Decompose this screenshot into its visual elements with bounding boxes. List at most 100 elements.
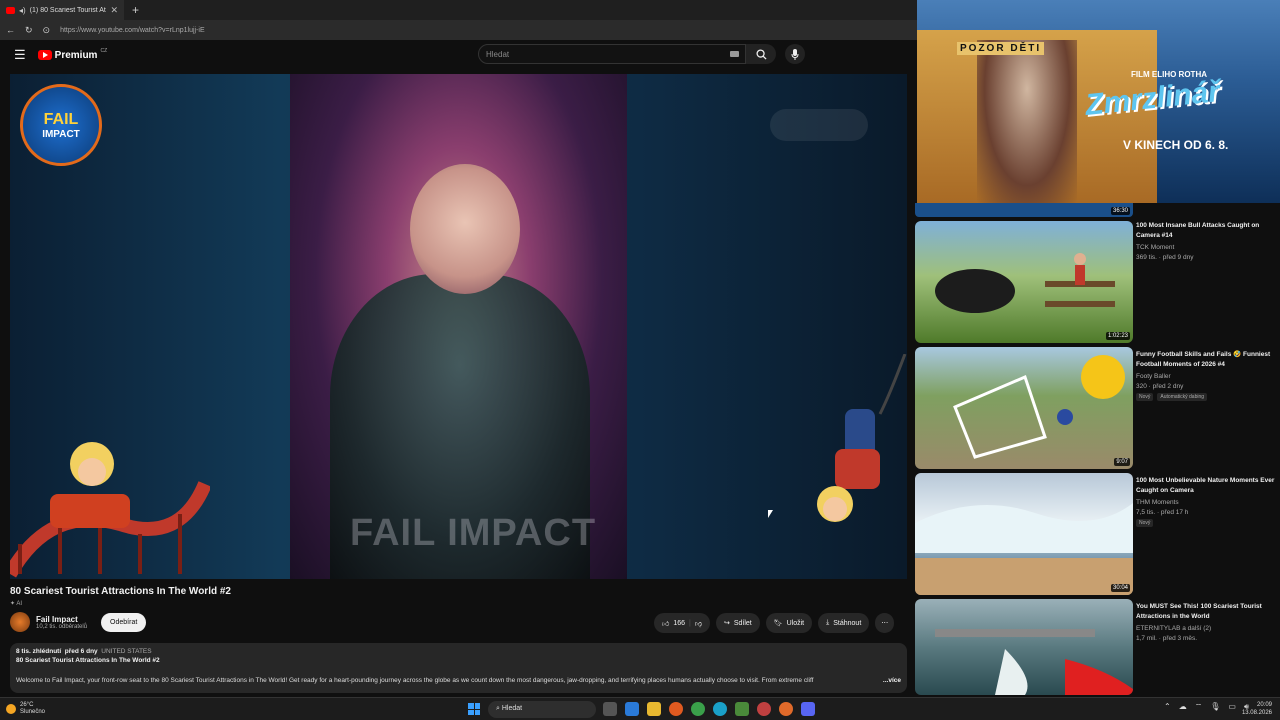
ad-characters-image xyxy=(977,40,1077,203)
video-stats: 369 tis. · před 9 dny xyxy=(1136,254,1194,261)
network-icon[interactable]: ⌔ xyxy=(1195,702,1203,712)
rollercoaster-cartoon xyxy=(10,442,210,578)
video-channel[interactable]: Footy Baller xyxy=(1136,373,1276,380)
thumbs-down-icon[interactable]: 👎︎ xyxy=(695,619,702,628)
video-title[interactable]: 100 Most Insane Bull Attacks Caught on C… xyxy=(1136,221,1276,241)
description-title: 80 Scariest Tourist Attractions In The W… xyxy=(16,657,160,664)
cliff-scene xyxy=(935,629,1133,695)
discord-icon[interactable] xyxy=(801,702,815,716)
browser-tab[interactable]: ◂) (1) 80 Scariest Tourist Attracti ✕ xyxy=(0,0,124,20)
subscribe-button[interactable]: Odebírat xyxy=(101,612,147,632)
file-explorer-icon[interactable] xyxy=(647,702,661,716)
keyboard-icon[interactable] xyxy=(730,51,739,57)
mail-icon[interactable] xyxy=(625,702,639,716)
search-input[interactable]: Hledat xyxy=(478,44,746,64)
chevron-up-icon[interactable]: ⌃ xyxy=(1164,702,1171,712)
mouse-cursor xyxy=(768,510,773,518)
video-thumbnail[interactable]: 9:07 xyxy=(915,347,1133,469)
video-thumbnail[interactable]: 1:02:23 xyxy=(915,221,1133,343)
more-actions-button[interactable]: ⋯ xyxy=(875,613,895,633)
taskbar-search-label: Hledat xyxy=(501,705,523,712)
player-overlay-button[interactable] xyxy=(770,109,868,141)
youtube-header: ☰ Premium CZ Hledat xyxy=(0,40,917,70)
video-stats: 7,5 tis. · před 17 h xyxy=(1136,509,1189,516)
video-watermark: FAIL IMPACT xyxy=(350,512,597,554)
browser-icon[interactable] xyxy=(779,702,793,716)
video-stats: 1,7 mil. · před 3 měs. xyxy=(1136,635,1198,642)
description-box[interactable]: 8 tis. zhlédnutí před 6 dny UNITED STATE… xyxy=(10,643,907,693)
video-thumbnail[interactable]: 30:04 xyxy=(915,473,1133,595)
share-icon: ↪ xyxy=(723,620,730,627)
windows-start-icon[interactable] xyxy=(468,703,480,715)
divider: | xyxy=(689,619,691,627)
speaker-icon[interactable]: ◂) xyxy=(19,6,26,15)
save-button[interactable]: 🔖︎ Uložit xyxy=(765,613,813,633)
new-tab-icon[interactable]: + xyxy=(132,3,139,17)
share-button[interactable]: ↪ Sdílet xyxy=(715,613,760,633)
video-thumbnail[interactable] xyxy=(915,599,1133,695)
channel-info: Fail Impact 10,2 tis. odběratelů xyxy=(36,615,87,630)
view-count: 8 tis. zhlédnutí xyxy=(16,648,62,655)
site-info-icon[interactable]: ⊙ xyxy=(43,25,51,36)
edge-icon[interactable] xyxy=(713,702,727,716)
video-channel[interactable]: THM Moments xyxy=(1136,499,1276,506)
microphone-tray-icon[interactable]: 🎙︎ xyxy=(1210,702,1220,712)
system-tray: ⌃ ☁ ⌔ 🎙︎ ▭ 🔊︎ xyxy=(1164,702,1249,712)
video-badges: Nový xyxy=(1136,519,1276,527)
channel-name[interactable]: Fail Impact xyxy=(36,615,87,624)
video-title[interactable]: 100 Most Unbelievable Nature Moments Eve… xyxy=(1136,476,1276,496)
microphone-icon xyxy=(791,48,799,60)
bungee-cartoon xyxy=(817,354,907,522)
channel-avatar[interactable] xyxy=(10,612,30,632)
video-frame xyxy=(290,74,627,579)
cloud-icon[interactable]: ☁ xyxy=(1179,702,1187,712)
upload-age: před 6 dny xyxy=(64,648,98,655)
logo-line2: IMPACT xyxy=(42,128,80,140)
youtube-premium-logo[interactable]: Premium CZ xyxy=(37,48,107,61)
chrome-icon[interactable] xyxy=(691,702,705,716)
thumbs-up-icon: 👍︎ xyxy=(662,620,670,628)
youtube-favicon-icon xyxy=(6,6,15,14)
show-more-link[interactable]: ...více xyxy=(883,677,901,684)
download-button[interactable]: ⤓ Stáhnout xyxy=(818,613,870,633)
ad-sign-text: POZOR DĚTI xyxy=(957,42,1045,55)
ad-banner[interactable]: POZOR DĚTI FILM ELIHO ROTHA Zmrzlinář V … xyxy=(917,0,1280,203)
auto-dub-badge: Automatický dabing xyxy=(1157,393,1208,401)
like-button[interactable]: 👍︎ 166 | 👎︎ xyxy=(654,613,710,633)
download-label: Stáhnout xyxy=(833,619,862,627)
video-title[interactable]: Funny Football Skills and Fails 🤣 Funnie… xyxy=(1136,350,1276,370)
taskbar-search[interactable]: ⌕ Hledat xyxy=(488,701,596,718)
clock-date: 13.08.2026 xyxy=(1241,710,1272,716)
channel-row: Fail Impact 10,2 tis. odběratelů Odebíra… xyxy=(10,612,147,632)
video-title[interactable]: You MUST See This! 100 Scariest Tourist … xyxy=(1136,602,1276,622)
video-info: 100 Most Unbelievable Nature Moments Eve… xyxy=(1136,476,1276,527)
system-clock[interactable]: 20:09 13.08.2026 xyxy=(1242,701,1272,717)
search-placeholder: Hledat xyxy=(486,50,510,59)
fail-impact-logo: FAIL IMPACT xyxy=(20,84,102,166)
firefox-icon[interactable] xyxy=(669,702,683,716)
clock-time: 20:09 xyxy=(1256,702,1272,708)
partial-thumbnail[interactable]: 36:30 xyxy=(915,203,1133,217)
search-button[interactable] xyxy=(746,44,776,64)
video-channel[interactable]: TCK Moment xyxy=(1136,244,1276,251)
menu-icon[interactable]: ☰ xyxy=(14,47,26,63)
weather-widget[interactable]: 26°C Slunečno xyxy=(6,702,45,716)
task-view-icon[interactable] xyxy=(603,702,617,716)
store-icon[interactable] xyxy=(735,702,749,716)
youtube-play-icon xyxy=(37,50,52,60)
back-icon[interactable]: ← xyxy=(6,25,15,35)
football-scene xyxy=(953,355,1125,459)
url-field[interactable]: https://www.youtube.com/watch?v=rLnp1luj… xyxy=(60,27,205,34)
video-channel[interactable]: ETERNITYLAB a další (2) xyxy=(1136,625,1276,632)
close-tab-icon[interactable]: ✕ xyxy=(110,5,118,16)
reload-icon[interactable]: ↻ xyxy=(25,25,33,36)
ai-badge: ✦ AI xyxy=(10,601,23,607)
app-icon[interactable] xyxy=(757,702,771,716)
voice-search-button[interactable] xyxy=(785,44,805,64)
video-info: Funny Football Skills and Fails 🤣 Funnie… xyxy=(1136,350,1276,401)
video-badges: Nový Automatický dabing xyxy=(1136,393,1276,401)
display-icon[interactable]: ▭ xyxy=(1228,702,1236,712)
video-player[interactable]: FAIL IMPACT FAIL IMPACT xyxy=(10,74,907,579)
search-icon xyxy=(755,48,767,60)
video-stats: 320 · před 2 dny xyxy=(1136,383,1184,390)
